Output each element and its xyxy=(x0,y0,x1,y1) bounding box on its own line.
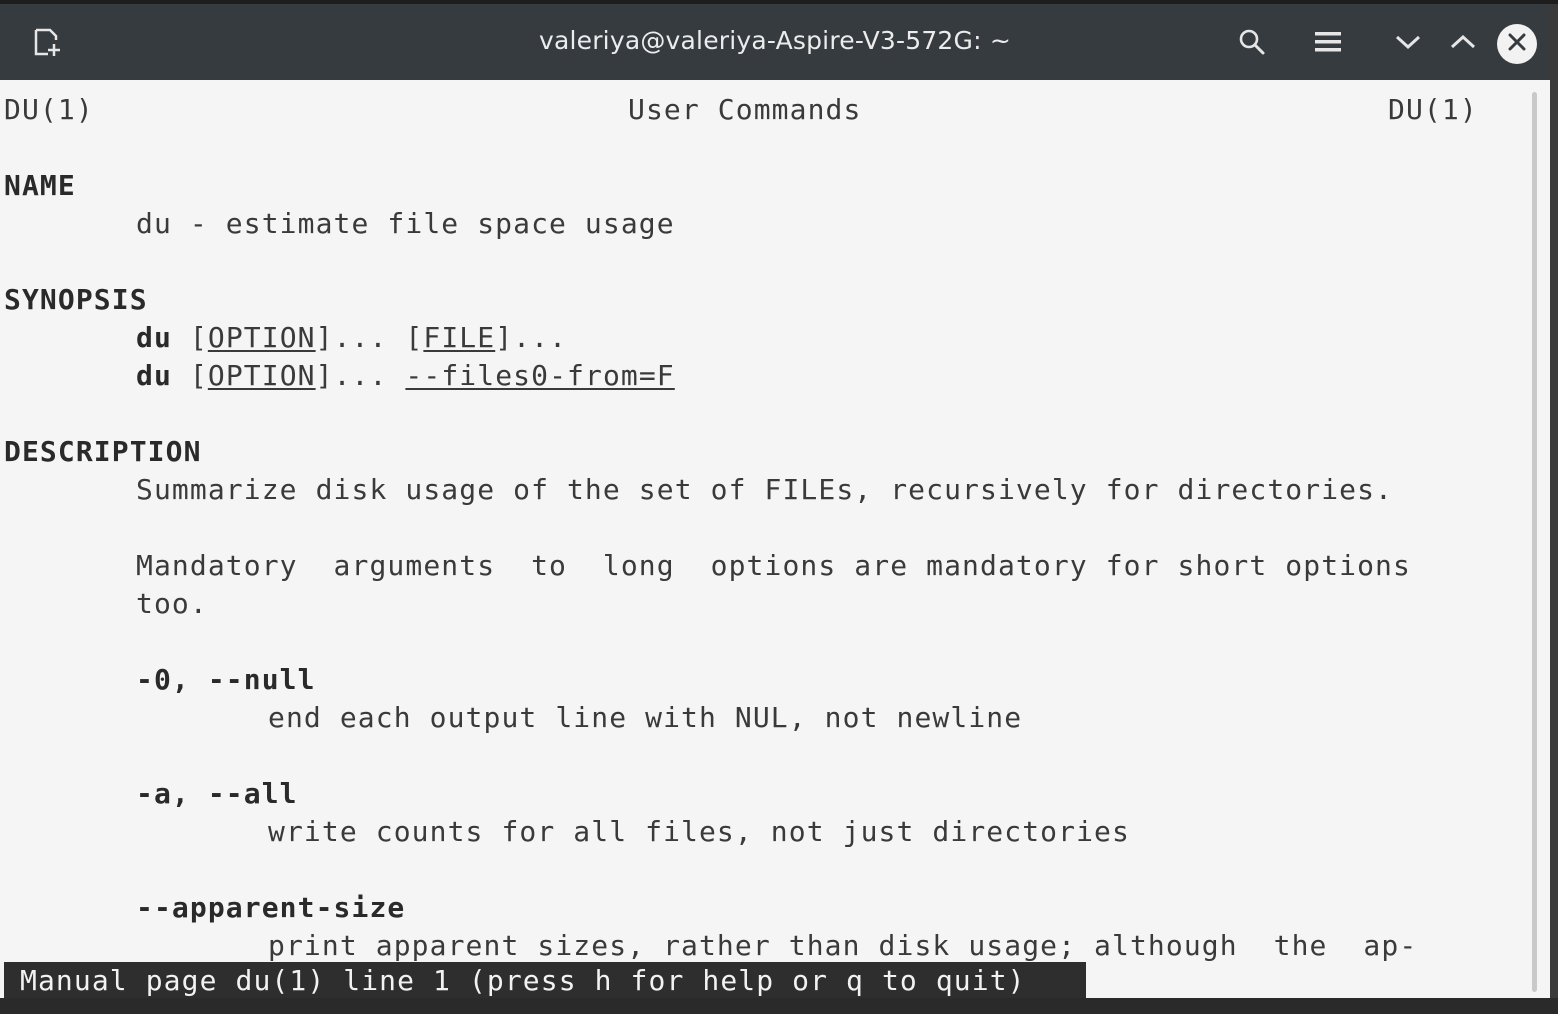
synopsis-bracket: [ xyxy=(189,321,208,354)
man-header-center: User Commands xyxy=(628,93,862,126)
hamburger-menu-icon xyxy=(1314,30,1342,54)
description-text: Summarize disk usage of the set of FILEs… xyxy=(136,473,1394,506)
option-description: end each output line with NUL, not newli… xyxy=(268,701,1023,734)
option-flag: -a, --all xyxy=(136,777,298,810)
synopsis-bracket: [ xyxy=(405,321,424,354)
synopsis-line: du [OPTION]... --files0-from=F xyxy=(136,358,675,394)
title-bar: valeriya@valeriya-Aspire-V3-572G: ~ xyxy=(0,4,1550,80)
pager-status-bar: Manual page du(1) line 1 (press h for he… xyxy=(4,962,1086,998)
search-icon xyxy=(1238,28,1266,56)
close-button[interactable] xyxy=(1497,24,1537,64)
option-flag: --apparent-size xyxy=(136,891,406,924)
mandatory-args-text-cont: too. xyxy=(136,587,208,620)
section-heading-description: DESCRIPTION xyxy=(4,435,202,468)
synopsis-bracket: ]... xyxy=(315,359,406,392)
synopsis-bracket: [ xyxy=(189,359,208,392)
menu-button[interactable] xyxy=(1306,20,1350,64)
synopsis-option: OPTION xyxy=(207,359,316,392)
close-icon xyxy=(1506,31,1528,57)
terminal-content[interactable]: DU(1) User Commands DU(1) NAME du - esti… xyxy=(0,80,1550,998)
synopsis-bracket: ]... xyxy=(315,321,406,354)
vertical-scrollbar[interactable] xyxy=(1532,92,1537,992)
option-description: print apparent sizes, rather than disk u… xyxy=(268,929,1418,962)
synopsis-line: du [OPTION]... [FILE]... xyxy=(136,320,567,356)
desktop-right-edge xyxy=(1550,4,1558,998)
desktop-bottom-edge xyxy=(0,998,1558,1014)
synopsis-bracket: ]... xyxy=(495,321,568,354)
option-description: write counts for all files, not just dir… xyxy=(268,815,1130,848)
option-flag: -0, --null xyxy=(136,663,316,696)
minimize-button[interactable] xyxy=(1386,20,1430,64)
section-heading-name: NAME xyxy=(4,169,76,202)
man-header-left: DU(1) xyxy=(4,93,94,126)
search-button[interactable] xyxy=(1230,20,1274,64)
name-description: du - estimate file space usage xyxy=(136,207,675,240)
synopsis-argument: FILE xyxy=(423,321,496,354)
synopsis-space xyxy=(172,359,190,392)
synopsis-command: du xyxy=(136,321,172,354)
section-heading-synopsis: SYNOPSIS xyxy=(4,283,148,316)
synopsis-option: OPTION xyxy=(207,321,316,354)
man-header-right: DU(1) xyxy=(1388,93,1478,126)
maximize-button[interactable] xyxy=(1441,20,1485,64)
terminal-window: valeriya@valeriya-Aspire-V3-572G: ~ DU(1… xyxy=(0,4,1550,998)
synopsis-space xyxy=(172,321,190,354)
synopsis-command: du xyxy=(136,359,172,392)
chevron-up-icon xyxy=(1449,32,1477,52)
mandatory-args-text: Mandatory arguments to long options are … xyxy=(136,549,1411,582)
chevron-down-icon xyxy=(1394,32,1422,52)
synopsis-argument: --files0-from=F xyxy=(405,359,675,392)
